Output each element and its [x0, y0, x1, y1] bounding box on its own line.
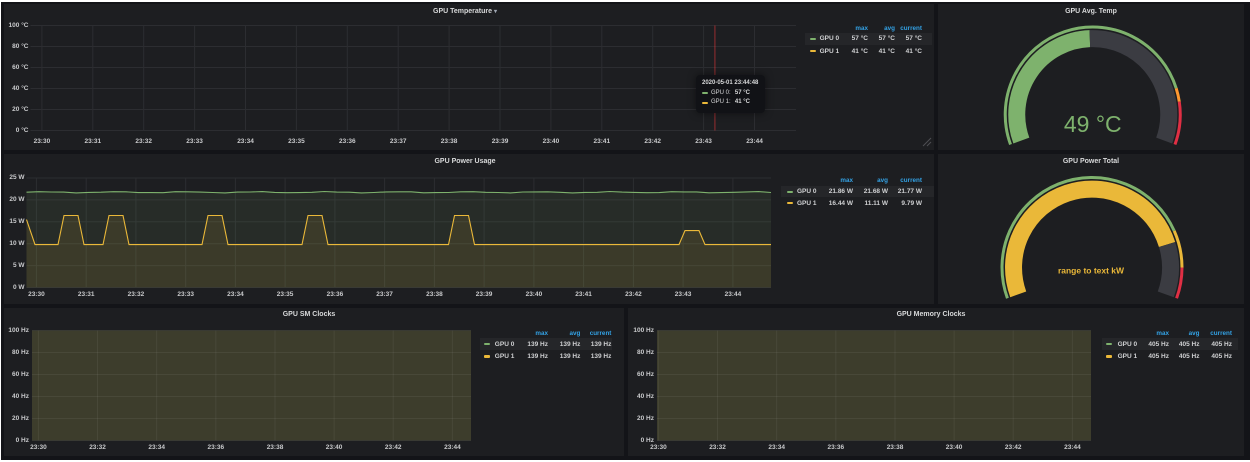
svg-text:49 °C: 49 °C [1064, 111, 1122, 137]
svg-text:range to text kW: range to text kW [1058, 265, 1125, 275]
